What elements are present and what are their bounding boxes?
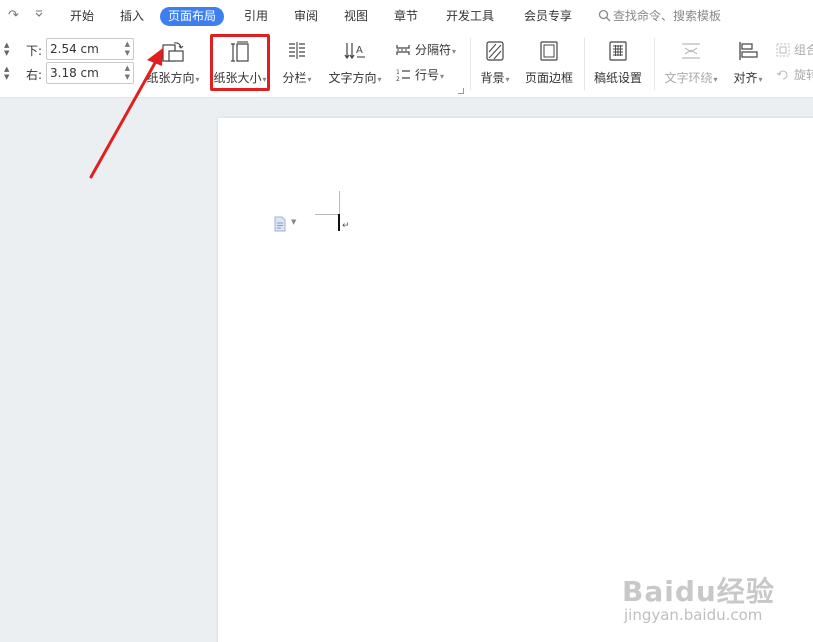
paper-size-highlight-box	[210, 34, 270, 91]
rotate-label: 旋转	[794, 68, 813, 82]
line-numbers-icon: 12	[396, 69, 410, 83]
rotate-icon	[776, 70, 788, 80]
manuscript-settings-label: 稿纸设置	[593, 71, 642, 85]
chevron-down-icon: ▾	[440, 72, 445, 81]
margin-bottom-label: 下:	[26, 44, 43, 58]
breaks-icon	[396, 45, 410, 55]
page-setup-dialog-launcher[interactable]	[458, 88, 464, 94]
align-icon	[739, 42, 758, 60]
columns-label: 分栏	[282, 71, 307, 85]
search-icon	[598, 9, 611, 22]
margin-right-input[interactable]: 3.18 cm ▲ ▼	[46, 62, 134, 84]
chevron-down-icon: ▾	[452, 47, 457, 56]
tab-home[interactable]: 开始	[62, 7, 102, 26]
tab-chapter[interactable]: 章节	[386, 7, 426, 26]
line-numbers-button[interactable]: 1 2 行号▾	[395, 66, 444, 84]
text-direction-button[interactable]: A 文字方向▾	[324, 32, 386, 94]
text-wrap-icon	[682, 43, 700, 59]
manuscript-settings-button[interactable]: 稿纸设置	[590, 32, 646, 94]
columns-button[interactable]: 分栏▾	[278, 32, 316, 94]
group-label: 组合	[794, 43, 813, 57]
svg-text:A: A	[356, 45, 363, 56]
ribbon-divider	[470, 38, 471, 90]
columns-icon	[289, 42, 305, 59]
tab-member[interactable]: 会员专享	[516, 7, 580, 26]
tab-page-layout[interactable]: 页面布局	[160, 7, 225, 26]
margin-bottom-stepper-icon[interactable]: ▲ ▼	[125, 40, 130, 58]
orientation-label: 纸张方向	[146, 71, 195, 85]
page-border-label: 页面边框	[524, 71, 573, 85]
text-direction-label: 文字方向	[328, 71, 377, 85]
group-icon	[776, 43, 790, 57]
chevron-down-icon: ▾	[377, 75, 382, 84]
watermark-brand: Baidu经验	[622, 575, 775, 608]
background-button[interactable]: 背景▾	[474, 32, 516, 94]
align-button[interactable]: 对齐▾	[728, 32, 768, 94]
page-border-icon	[540, 41, 558, 61]
breaks-label: 分隔符	[415, 43, 452, 57]
ribbon: ▲ ▼ 下: 2.54 cm ▲ ▼ ▲ ▼ 右: 3.18 cm ▲ ▼ 纸张方向▾	[0, 32, 813, 98]
ribbon-divider	[584, 38, 585, 90]
group-button[interactable]: 组合	[776, 41, 813, 59]
chevron-down-icon: ▾	[307, 75, 312, 84]
tab-view[interactable]: 视图	[336, 7, 376, 26]
tab-references[interactable]: 引用	[236, 7, 276, 26]
paragraph-mark-icon: ↵	[342, 221, 350, 231]
chevron-down-icon: ▾	[505, 75, 510, 84]
margin-right-label: 右:	[26, 68, 43, 82]
margin-right-stepper-icon[interactable]: ▲ ▼	[125, 64, 130, 82]
chevron-down-icon: ▾	[195, 75, 200, 84]
page-orientation-icon	[162, 42, 184, 62]
text-wrap-button[interactable]: 文字环绕▾	[660, 32, 722, 94]
tab-developer[interactable]: 开发工具	[438, 7, 502, 26]
background-label: 背景	[480, 71, 505, 85]
background-icon	[486, 41, 504, 61]
ribbon-divider	[654, 38, 655, 90]
svg-text:1: 1	[396, 69, 400, 76]
page-border-button[interactable]: 页面边框	[522, 32, 576, 94]
margin-corner-mark	[315, 214, 339, 215]
document-page[interactable]: ▼ ↵	[218, 118, 813, 642]
chevron-down-icon: ▾	[713, 75, 718, 84]
document-canvas[interactable]: ▼ ↵	[0, 98, 813, 642]
tab-insert[interactable]: 插入	[112, 7, 152, 26]
margin-right-value: 3.18 cm	[50, 66, 99, 80]
breaks-button[interactable]: 分隔符▾	[395, 41, 456, 59]
paragraph-layout-icon[interactable]	[272, 216, 288, 232]
text-wrap-label: 文字环绕	[664, 71, 713, 85]
text-direction-icon: A	[344, 43, 365, 60]
margin-bottom-input[interactable]: 2.54 cm ▲ ▼	[46, 38, 134, 60]
search-placeholder: 查找命令、搜索模板	[613, 9, 722, 23]
svg-text:2: 2	[396, 76, 400, 82]
margin-corner-mark	[339, 191, 340, 215]
watermark-url: jingyan.baidu.com	[624, 606, 763, 624]
redo-icon[interactable]: ↷	[8, 8, 19, 24]
margin-bottom-spinner[interactable]: ▲ ▼	[4, 41, 16, 57]
margin-bottom-value: 2.54 cm	[50, 42, 99, 56]
orientation-button[interactable]: 纸张方向▾	[142, 32, 204, 94]
text-cursor	[338, 214, 340, 231]
chevron-down-icon: ▾	[758, 75, 763, 84]
align-label: 对齐	[733, 71, 758, 85]
margin-right-spinner[interactable]: ▲ ▼	[4, 65, 16, 81]
watermark: Baidu经验 jingyan.baidu.com	[622, 570, 802, 636]
command-search[interactable]: 查找命令、搜索模板	[598, 7, 721, 26]
quick-access-dropdown-icon[interactable]	[34, 8, 44, 24]
rotate-button[interactable]: 旋转	[776, 66, 813, 84]
manuscript-grid-icon	[609, 41, 627, 61]
tab-review[interactable]: 审阅	[286, 7, 326, 26]
line-numbers-label: 行号	[415, 68, 440, 82]
menu-bar: ↷ 开始 插入 页面布局 引用 审阅 视图 章节 开发工具 会员专享 查找命令、…	[0, 0, 813, 32]
chevron-down-icon[interactable]: ▼	[291, 218, 296, 226]
